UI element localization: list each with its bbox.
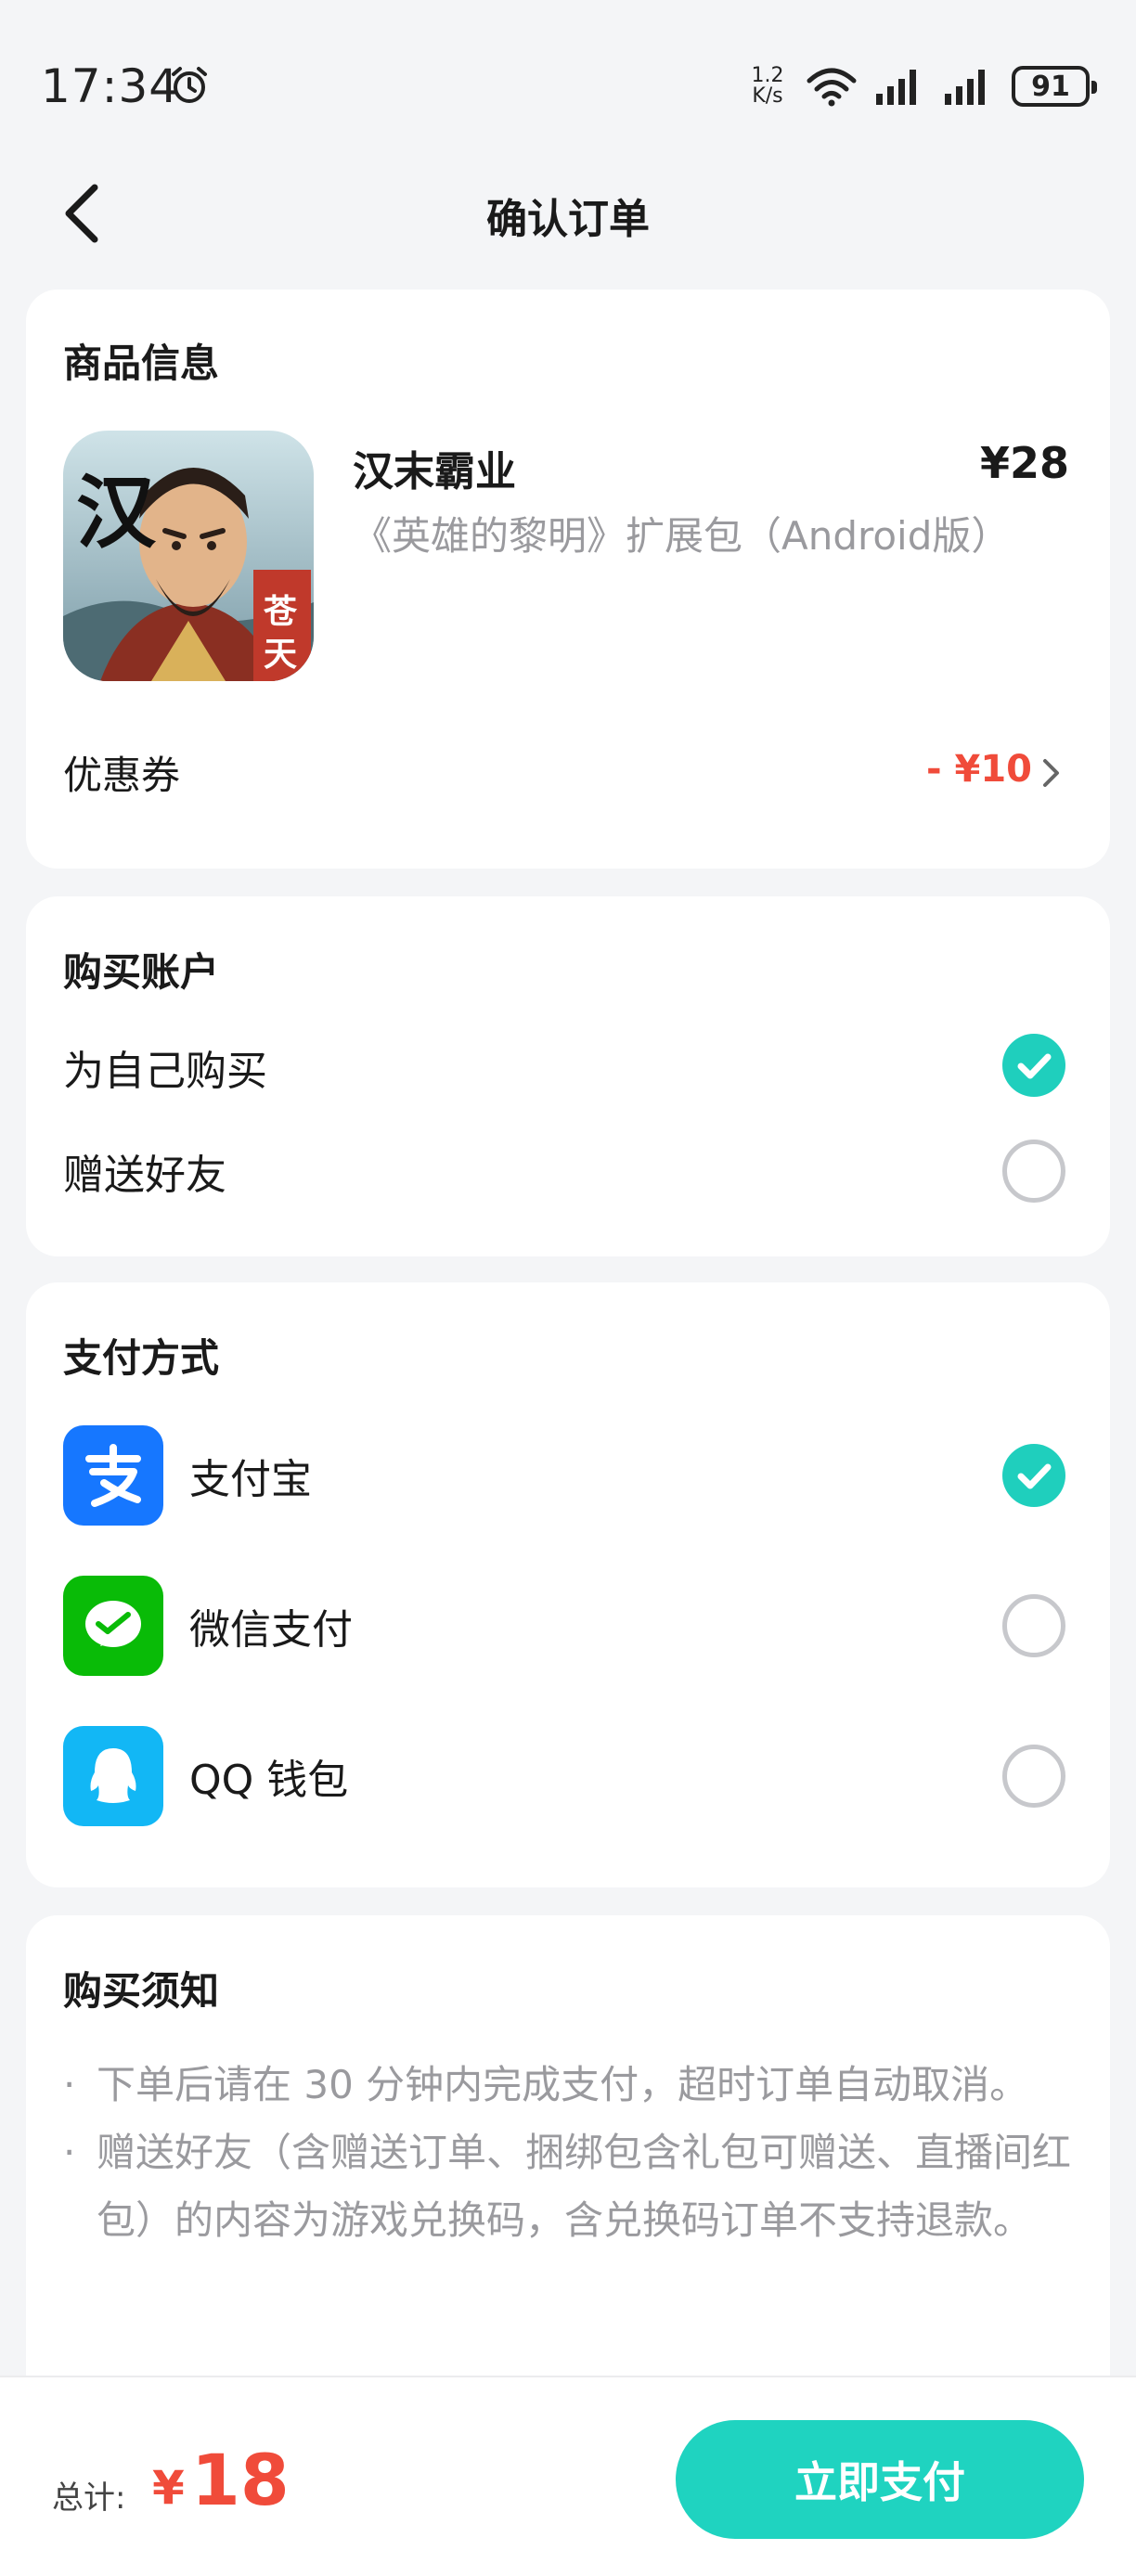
wechat-pay-icon xyxy=(63,1576,163,1676)
wifi-icon xyxy=(807,68,857,107)
chevron-right-icon[interactable] xyxy=(1041,757,1062,789)
qq-wallet-icon xyxy=(63,1726,163,1826)
checkout-bar: 总计: ¥ 18 立即支付 xyxy=(0,2376,1136,2576)
radio-alipay-selected[interactable] xyxy=(1002,1444,1065,1507)
account-option-self[interactable]: 为自己购买 xyxy=(63,1037,267,1097)
radio-wechat[interactable] xyxy=(1002,1594,1065,1657)
status-time: 17:34 xyxy=(41,59,180,113)
game-icon-glyph-main: 汉 xyxy=(76,466,156,560)
radio-qq[interactable] xyxy=(1002,1745,1065,1808)
payment-method-card: 支付方式 支付宝 微信支付 QQ 钱包 xyxy=(26,1282,1110,1887)
product-price: ¥28 xyxy=(979,438,1069,488)
product-info-card: 商品信息 汉 苍 天 汉末霸业 ¥28 《英雄的黎明》扩展包（Android版）… xyxy=(26,290,1110,869)
game-icon-glyph-side-1: 苍 xyxy=(264,592,298,631)
total-label: 总计: xyxy=(52,2479,126,2517)
game-icon: 汉 苍 天 xyxy=(63,431,314,681)
game-icon-glyph-side-2: 天 xyxy=(264,635,298,674)
alipay-icon xyxy=(63,1425,163,1526)
purchase-account-card: 购买账户 为自己购买 赠送好友 xyxy=(26,896,1110,1256)
signal-icon-sim1 xyxy=(876,70,916,105)
net-speed: 1.2 K/s xyxy=(751,64,784,108)
status-bar: 17:34 1.2 K/s 91 xyxy=(0,0,1136,167)
coupon-label[interactable]: 优惠券 xyxy=(63,744,180,801)
total-amount: 18 xyxy=(191,2439,290,2521)
status-indicators: 1.2 K/s 91 xyxy=(746,61,1097,111)
notice-section-title: 购买须知 xyxy=(63,1968,220,2014)
page-title: 确认订单 xyxy=(486,196,650,243)
coupon-value[interactable]: - ¥10 xyxy=(926,748,1032,791)
product-section-title: 商品信息 xyxy=(63,341,220,386)
pay-method-alipay[interactable]: 支付宝 xyxy=(189,1446,312,1505)
total-currency: ¥ xyxy=(152,2461,185,2515)
pay-method-wechat[interactable]: 微信支付 xyxy=(189,1596,353,1655)
navbar: 确认订单 xyxy=(0,167,1136,260)
payment-section-title: 支付方式 xyxy=(63,1335,220,1381)
product-name: 汉末霸业 xyxy=(353,448,516,496)
pay-method-qq[interactable]: QQ 钱包 xyxy=(189,1746,348,1806)
account-section-title: 购买账户 xyxy=(63,949,220,995)
radio-self-selected[interactable] xyxy=(1002,1034,1065,1097)
pay-now-button[interactable]: 立即支付 xyxy=(676,2420,1084,2539)
notice-item: 下单后请在 30 分钟内完成支付，超时订单自动取消。 xyxy=(63,2051,1075,2119)
battery-icon: 91 xyxy=(1012,66,1097,107)
signal-icon-sim2 xyxy=(945,70,985,105)
check-icon xyxy=(1017,1053,1052,1079)
radio-gift[interactable] xyxy=(1002,1140,1065,1203)
battery-level: 91 xyxy=(1031,70,1070,103)
notice-item: 赠送好友（含赠送订单、捆绑包含礼包可赠送、直播间红包）的内容为游戏兑换码，含兑换… xyxy=(63,2119,1075,2254)
account-option-gift[interactable]: 赠送好友 xyxy=(63,1141,226,1201)
notice-list: 下单后请在 30 分钟内完成支付，超时订单自动取消。 赠送好友（含赠送订单、捆绑… xyxy=(63,2051,1075,2254)
alarm-icon xyxy=(172,67,207,103)
check-icon xyxy=(1017,1463,1052,1489)
product-description: 《英雄的黎明》扩展包（Android版） xyxy=(353,513,1011,559)
purchase-notice-card: 购买须知 下单后请在 30 分钟内完成支付，超时订单自动取消。 赠送好友（含赠送… xyxy=(26,1915,1110,2398)
